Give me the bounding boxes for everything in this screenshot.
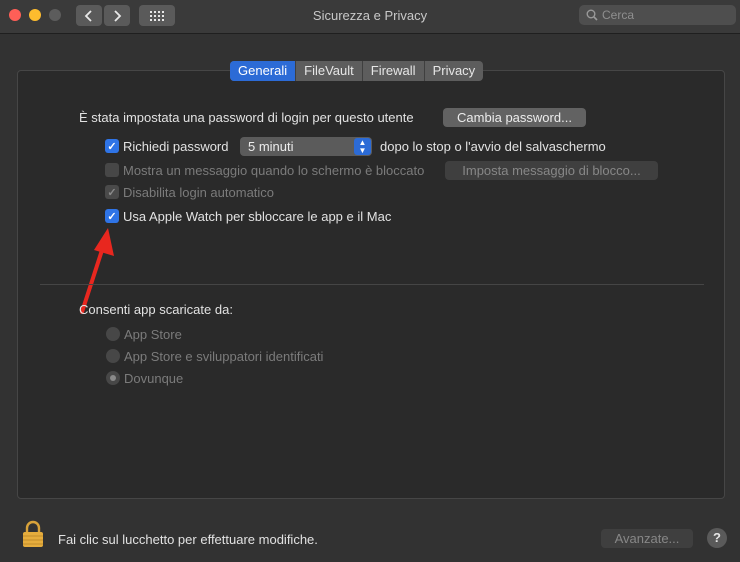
apple-watch-unlock-label: Usa Apple Watch per sbloccare le app e i… (123, 209, 392, 224)
show-message-label: Mostra un messaggio quando lo schermo è … (123, 163, 425, 178)
set-lock-message-button[interactable]: Imposta messaggio di blocco... (445, 161, 658, 180)
title-bar: Sicurezza e Privacy Cerca (0, 0, 740, 34)
apple-watch-unlock-checkbox[interactable]: ✓ (105, 209, 119, 223)
lock-instruction-text: Fai clic sul lucchetto per effettuare mo… (58, 532, 318, 547)
radio-anywhere[interactable] (106, 371, 120, 385)
require-password-suffix: dopo lo stop o l'avvio del salvaschermo (380, 139, 606, 154)
change-password-button[interactable]: Cambia password... (443, 108, 586, 127)
radio-app-store-identified[interactable] (106, 349, 120, 363)
tab-firewall[interactable]: Firewall (363, 61, 425, 81)
disable-auto-login-label: Disabilita login automatico (123, 185, 275, 200)
radio-anywhere-label: Dovunque (124, 371, 184, 386)
radio-app-store-label: App Store (124, 327, 182, 342)
require-password-checkbox[interactable]: ✓ (105, 139, 119, 153)
radio-app-store[interactable] (106, 327, 120, 341)
require-password-delay-popup[interactable]: 5 minuti ▲ ▼ (240, 137, 372, 156)
search-field[interactable]: Cerca (579, 5, 736, 25)
require-password-delay-value: 5 minuti (248, 139, 294, 154)
login-password-text: È stata impostata una password di login … (79, 110, 414, 125)
tab-filevault[interactable]: FileVault (296, 61, 363, 81)
search-placeholder: Cerca (602, 8, 635, 22)
require-password-label: Richiedi password (123, 139, 229, 154)
advanced-button[interactable]: Avanzate... (601, 529, 693, 548)
downloads-heading: Consenti app scaricate da: (79, 302, 233, 317)
radio-app-store-identified-label: App Store e sviluppatori identificati (124, 349, 324, 364)
chevron-updown-icon: ▲ ▼ (354, 138, 371, 155)
section-divider (40, 284, 704, 285)
help-button[interactable]: ? (707, 528, 727, 548)
search-icon (586, 9, 598, 21)
lock-icon[interactable] (22, 520, 44, 548)
tab-bar: Generali FileVault Firewall Privacy (230, 61, 484, 81)
tab-privacy[interactable]: Privacy (425, 61, 484, 81)
tab-generali[interactable]: Generali (230, 61, 297, 81)
disable-auto-login-checkbox[interactable]: ✓ (105, 185, 119, 199)
show-message-checkbox[interactable] (105, 163, 119, 177)
